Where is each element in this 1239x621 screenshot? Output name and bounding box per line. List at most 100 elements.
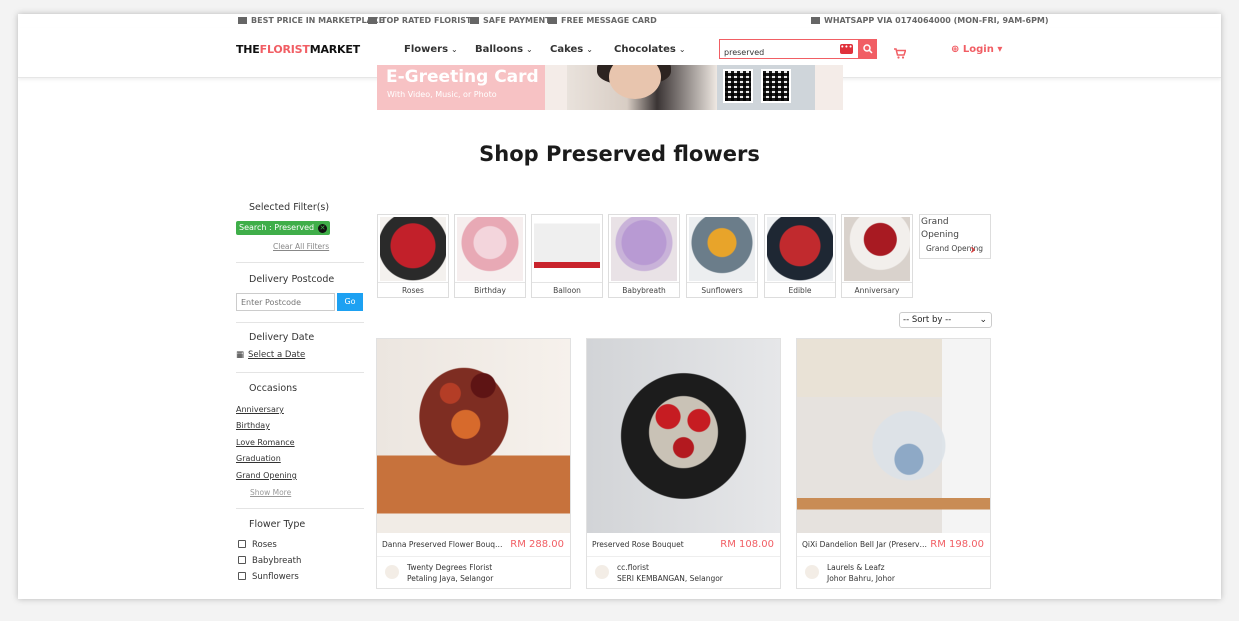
divider bbox=[377, 556, 570, 557]
divider bbox=[236, 262, 364, 263]
select-date-link[interactable]: ▦ Select a Date bbox=[236, 350, 305, 360]
florist-info[interactable]: Laurels & Leafz Johor Bahru, Johor bbox=[827, 562, 895, 584]
product-image[interactable] bbox=[797, 339, 990, 533]
nav-flowers[interactable]: Flowers ⌄ bbox=[404, 44, 458, 55]
category-label: Edible bbox=[788, 286, 812, 295]
card-icon bbox=[548, 17, 557, 24]
category-thumb bbox=[611, 217, 677, 281]
category-label: Babybreath bbox=[622, 286, 666, 295]
nav-balloons[interactable]: Balloons ⌄ bbox=[475, 44, 533, 55]
flower-type-option[interactable]: Babybreath bbox=[238, 556, 301, 566]
qr-code-icon bbox=[723, 69, 753, 103]
banner-qr-card bbox=[717, 65, 815, 110]
category-thumb bbox=[689, 217, 755, 281]
postcode-heading: Delivery Postcode bbox=[249, 274, 335, 285]
category-tile-roses[interactable]: Roses bbox=[377, 214, 449, 298]
divider bbox=[378, 282, 448, 283]
chevron-down-icon: ⌄ bbox=[451, 45, 458, 54]
category-thumb bbox=[534, 217, 600, 281]
close-icon[interactable]: ✕ bbox=[318, 224, 328, 233]
florist-info[interactable]: cc.florist SERI KEMBANGAN, Selangor bbox=[617, 562, 723, 584]
category-tile-sunflowers[interactable]: Sunflowers bbox=[686, 214, 758, 298]
category-thumb bbox=[380, 217, 446, 281]
divider bbox=[609, 282, 679, 283]
category-thumb bbox=[844, 217, 910, 281]
divider bbox=[455, 282, 525, 283]
product-image[interactable] bbox=[587, 339, 780, 533]
selected-filters-heading: Selected Filter(s) bbox=[249, 202, 330, 213]
florist-logo bbox=[805, 565, 819, 579]
usp-item: FREE MESSAGE CARD bbox=[548, 16, 657, 25]
divider bbox=[842, 282, 912, 283]
chevron-down-icon: ▾ bbox=[997, 44, 1003, 55]
category-label: Anniversary bbox=[854, 286, 900, 295]
chevron-right-icon[interactable]: › bbox=[970, 242, 976, 258]
divider bbox=[236, 508, 364, 509]
chevron-down-icon: ⌄ bbox=[979, 315, 987, 325]
category-tile-anniversary[interactable]: Anniversary bbox=[841, 214, 913, 298]
category-thumb bbox=[767, 217, 833, 281]
divider bbox=[236, 322, 364, 323]
occasion-link[interactable]: Grand Opening bbox=[236, 471, 297, 480]
checkbox[interactable] bbox=[238, 556, 246, 564]
category-tile-babybreath[interactable]: Babybreath bbox=[608, 214, 680, 298]
product-image[interactable] bbox=[377, 339, 570, 533]
login-button[interactable]: ⊕ Login ▾ bbox=[951, 44, 1002, 55]
product-card[interactable]: Preserved Rose Bouquet RM 108.00 cc.flor… bbox=[586, 338, 781, 589]
search-input[interactable] bbox=[720, 43, 830, 62]
chevron-down-icon: ⌄ bbox=[678, 45, 686, 54]
qr-code-icon bbox=[761, 69, 791, 103]
category-label: Birthday bbox=[474, 286, 506, 295]
divider bbox=[587, 556, 780, 557]
occasion-link[interactable]: Love Romance bbox=[236, 438, 295, 447]
flower-type-heading: Flower Type bbox=[249, 519, 306, 530]
show-more-link[interactable]: Show More bbox=[250, 488, 291, 497]
active-filter-chip[interactable]: Search : Preserved ✕ bbox=[236, 221, 331, 235]
product-name[interactable]: QiXi Dandelion Bell Jar (Preserved ... bbox=[802, 540, 927, 549]
category-tile-birthday[interactable]: Birthday bbox=[454, 214, 526, 298]
usp-item: BEST PRICE IN MARKETPLACE bbox=[238, 16, 384, 25]
usp-item: TOP RATED FLORISTS bbox=[368, 16, 477, 25]
category-tile-grand-opening[interactable]: Grand Opening Grand Opening › bbox=[919, 214, 991, 259]
site-logo[interactable]: THEFLORISTMARKET bbox=[236, 43, 360, 56]
broken-image-alt: Grand Opening bbox=[921, 217, 959, 240]
search-icon bbox=[863, 44, 873, 54]
postcode-input[interactable] bbox=[236, 293, 335, 311]
florist-logo bbox=[385, 565, 399, 579]
product-name[interactable]: Danna Preserved Flower Bouquet bbox=[382, 540, 507, 549]
go-button[interactable]: Go bbox=[337, 293, 363, 311]
divider bbox=[797, 556, 990, 557]
usp-item: SAFE PAYMENT bbox=[470, 16, 551, 25]
product-name[interactable]: Preserved Rose Bouquet bbox=[592, 540, 717, 549]
sort-select[interactable]: -- Sort by -- ⌄ bbox=[899, 312, 992, 328]
florist-info[interactable]: Twenty Degrees Florist Petaling Jaya, Sel… bbox=[407, 562, 493, 584]
clear-filters-link[interactable]: Clear All Filters bbox=[273, 242, 329, 251]
checkbox[interactable] bbox=[238, 572, 246, 580]
star-icon bbox=[368, 17, 377, 24]
occasions-heading: Occasions bbox=[249, 383, 298, 394]
product-card[interactable]: Danna Preserved Flower Bouquet RM 288.00… bbox=[376, 338, 571, 589]
category-tile-balloon[interactable]: Balloon bbox=[531, 214, 603, 298]
category-label: Sunflowers bbox=[701, 286, 743, 295]
password-manager-icon[interactable]: ••• bbox=[840, 44, 853, 54]
user-icon: ⊕ bbox=[951, 44, 960, 55]
search-button[interactable] bbox=[859, 39, 877, 59]
flower-type-option[interactable]: Roses bbox=[238, 540, 277, 550]
lock-icon bbox=[470, 17, 479, 24]
divider bbox=[687, 282, 757, 283]
nav-cakes[interactable]: Cakes ⌄ bbox=[550, 44, 593, 55]
nav-chocolates[interactable]: Chocolates ⌄ bbox=[614, 44, 686, 55]
flower-type-option[interactable]: Sunflowers bbox=[238, 572, 299, 582]
category-tile-edible[interactable]: Edible bbox=[764, 214, 836, 298]
promo-banner[interactable]: E-Greeting Card With Video, Music, or Ph… bbox=[377, 65, 843, 110]
occasion-link[interactable]: Graduation bbox=[236, 454, 281, 463]
florist-logo bbox=[595, 565, 609, 579]
usp-item: WHATSAPP VIA 0174064000 (MON-FRI, 9AM-6P… bbox=[811, 16, 1049, 25]
checkbox[interactable] bbox=[238, 540, 246, 548]
occasion-link[interactable]: Anniversary bbox=[236, 405, 284, 414]
occasion-link[interactable]: Birthday bbox=[236, 421, 270, 430]
cart-icon[interactable] bbox=[894, 44, 907, 63]
product-price: RM 108.00 bbox=[720, 539, 774, 550]
category-label: Roses bbox=[402, 286, 424, 295]
product-card[interactable]: Sold Out QiXi Dandelion Bell Jar (Preser… bbox=[796, 338, 991, 589]
